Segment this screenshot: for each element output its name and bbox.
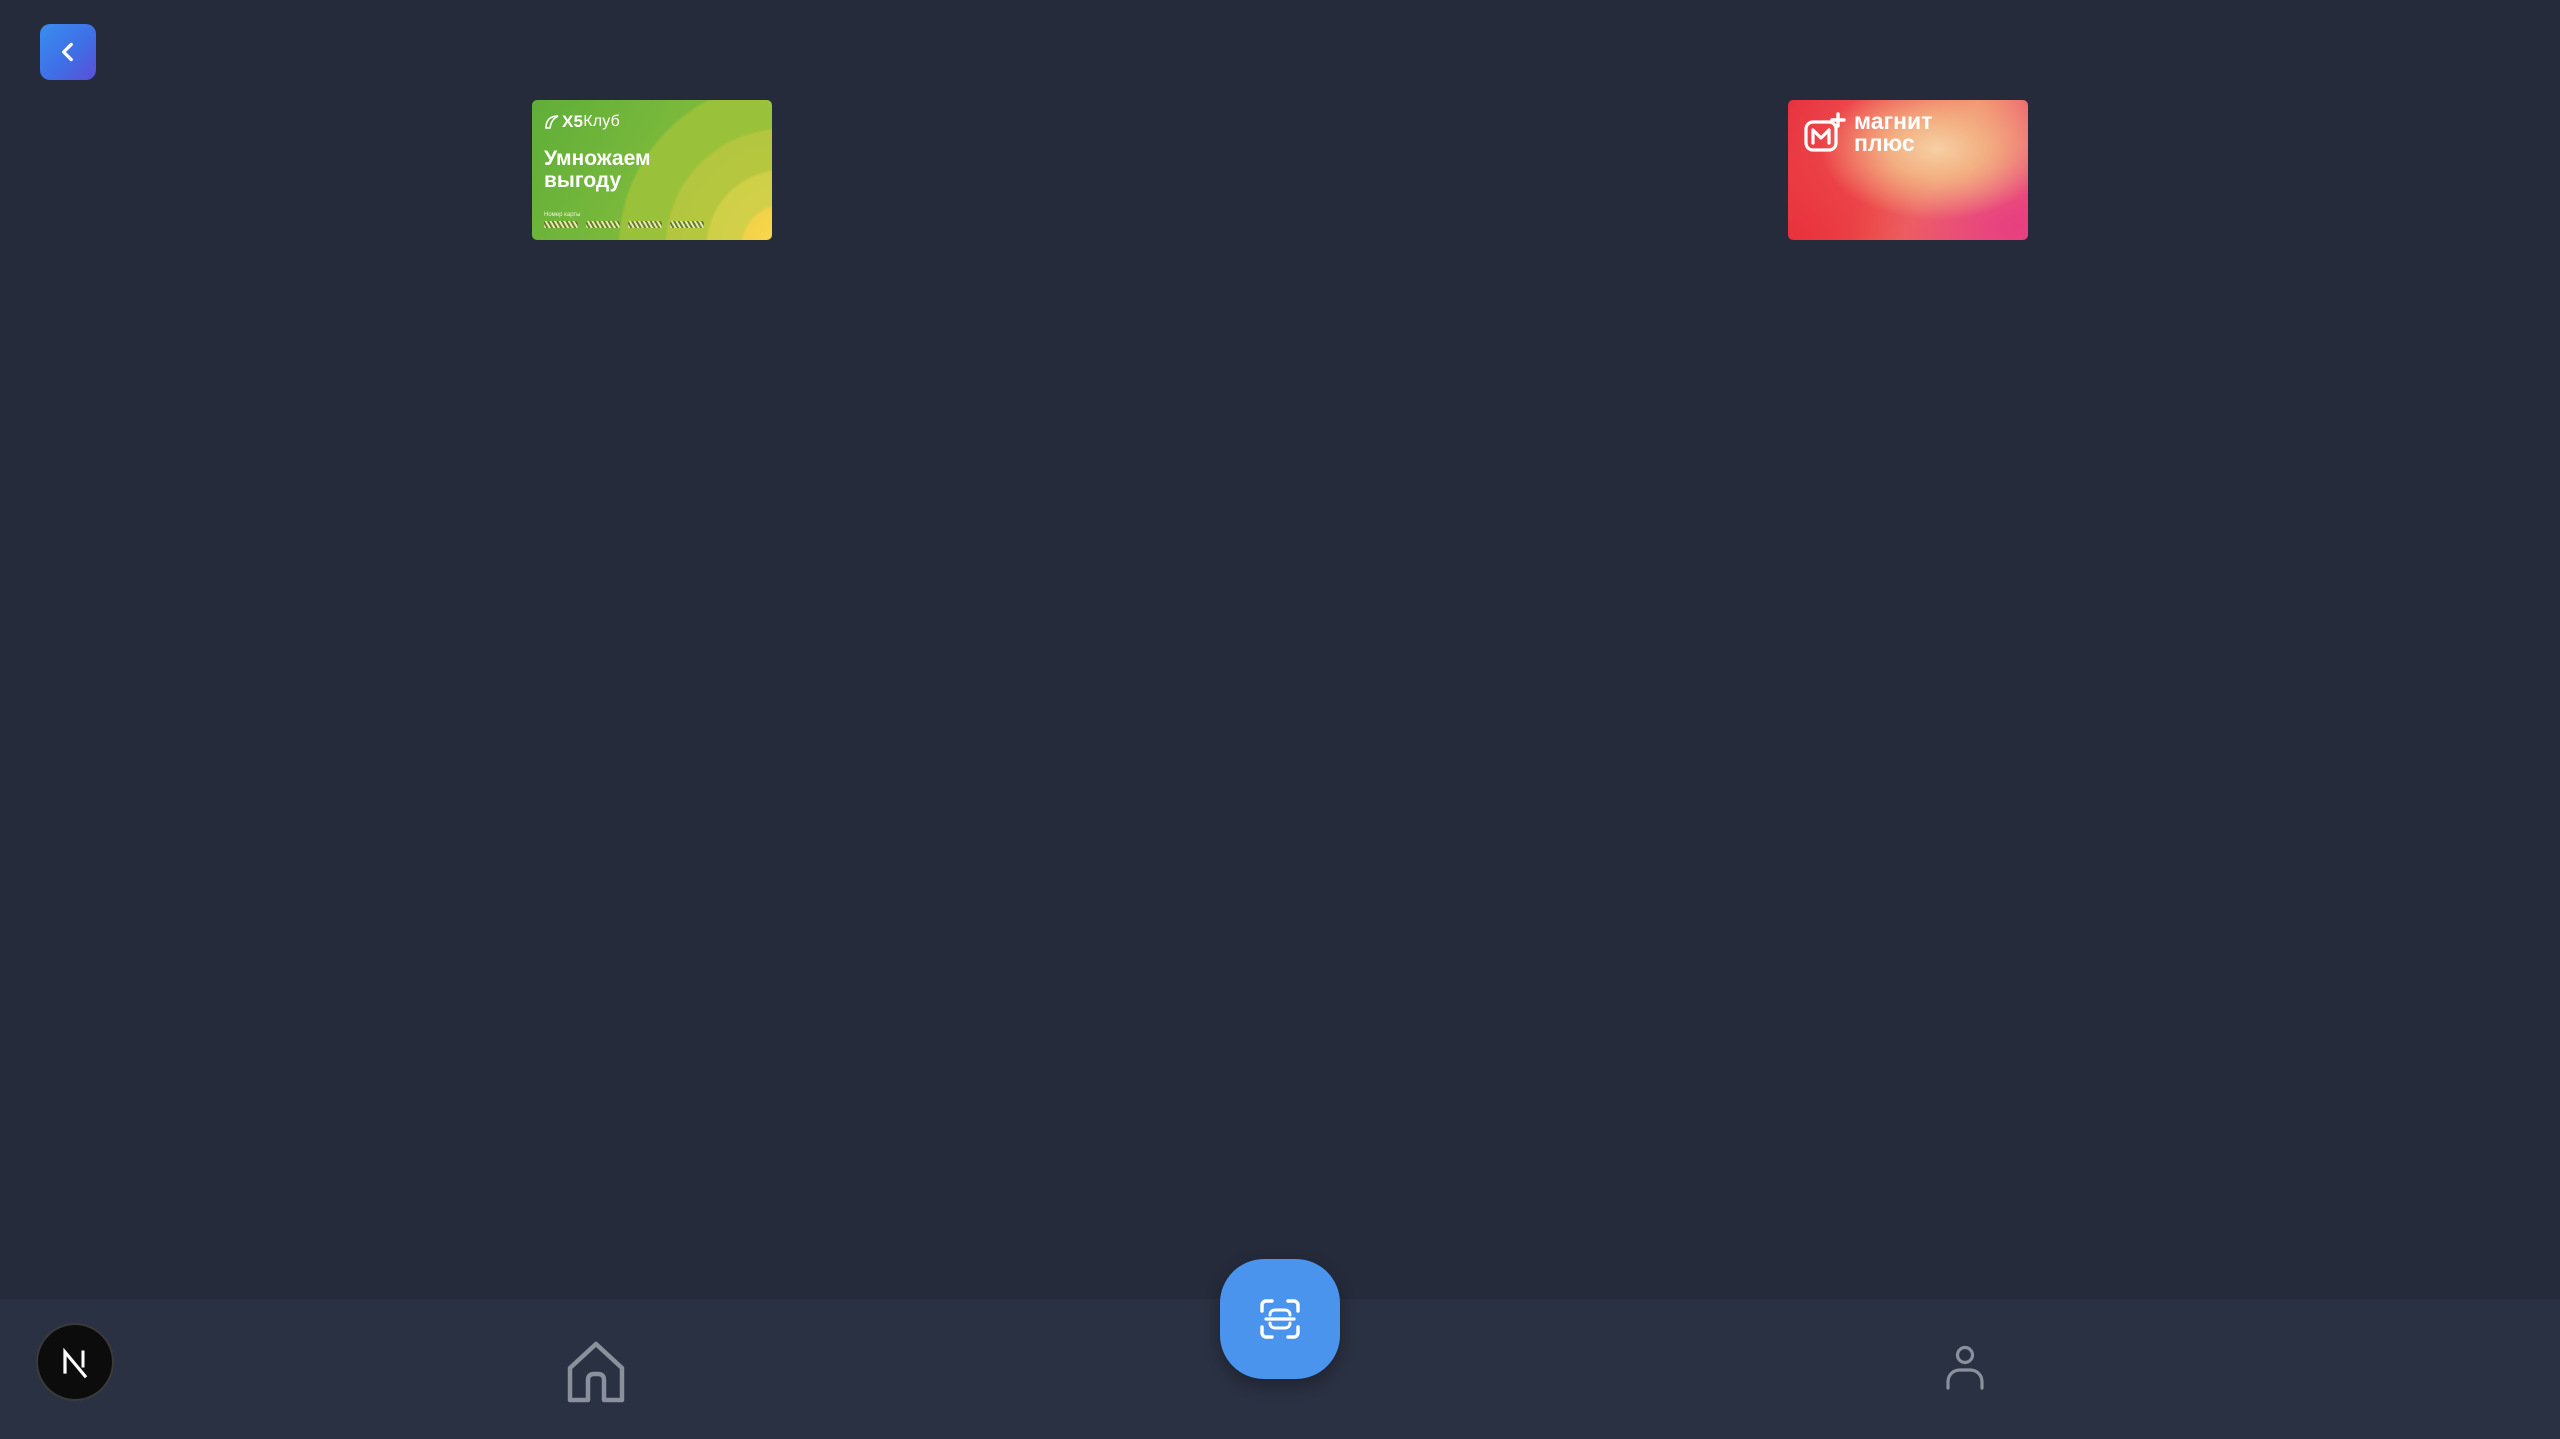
nav-home-button[interactable] [562,1336,630,1404]
x5-logo: X5 Клуб [544,112,620,132]
x5-club-card[interactable]: X5 Клуб Умножаем выгоду Номер карты [532,100,772,240]
chevron-left-icon [62,42,73,62]
home-icon [567,1341,625,1403]
x5-slogan: Умножаем выгоду [544,147,651,192]
magnit-name: магнит плюс [1854,108,1933,156]
scan-card-button[interactable] [1220,1259,1340,1379]
loyalty-cards-screen: X5 Клуб Умножаем выгоду Номер карты магни… [0,0,2560,1439]
x5-logo-mark: X5 [562,112,584,131]
back-button[interactable] [40,24,96,80]
next-logo-icon[interactable] [38,1325,112,1399]
scan-icon [1260,1299,1300,1339]
card-number-masked [544,221,704,228]
user-icon [1946,1345,1984,1390]
magnit-plus-card[interactable]: магнит плюс [1788,100,2028,240]
x5-leaf-icon [545,115,559,129]
magnit-logo-icon [1804,112,1846,152]
card-number-label: Номер карты [544,212,581,218]
nav-profile-button[interactable] [1940,1342,1990,1392]
x5-logo-word: Клуб [583,113,621,130]
